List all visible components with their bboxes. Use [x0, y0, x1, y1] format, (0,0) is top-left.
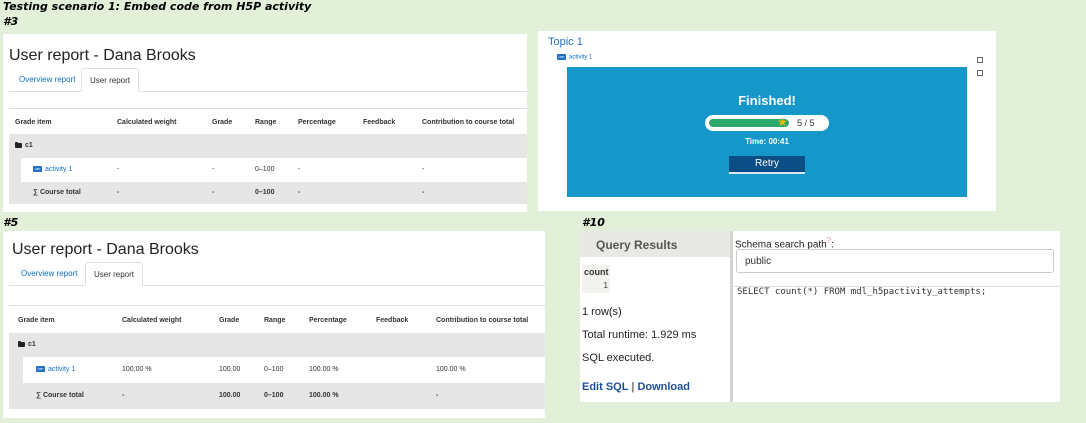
- header-percentage: Percentage: [309, 317, 347, 324]
- user-report-panel-step3: User report - Dana Brooks Overview repor…: [3, 34, 527, 212]
- header-grade-item: Grade item: [18, 317, 55, 324]
- tab-user-report[interactable]: User report: [81, 68, 140, 92]
- category-name: c1: [25, 142, 33, 149]
- result-table: count 1: [582, 265, 610, 293]
- splitter-handle[interactable]: [730, 231, 733, 402]
- rows-count: 1 row(s): [582, 306, 622, 318]
- folder-icon: [18, 340, 25, 347]
- result-column-header: count: [584, 267, 609, 277]
- topic-panel: Topic 1 H5P activity 1 Finished! ★ 5 / 5 …: [538, 31, 996, 211]
- header-grade: Grade: [212, 119, 233, 126]
- cell-percentage: -: [298, 166, 301, 173]
- cell-contribution: 100.00 %: [436, 366, 466, 373]
- total-range: 0–100: [264, 392, 284, 399]
- header-grade-item: Grade item: [15, 119, 52, 126]
- query-results-panel: Query Results count 1 1 row(s) Total run…: [580, 231, 1060, 402]
- h5p-activity-frame: Finished! ★ 5 / 5 Time: 00:41 Retry: [567, 67, 967, 197]
- help-icon[interactable]: ?: [827, 236, 831, 245]
- cell-weight: 100.00 %: [122, 366, 152, 373]
- tab-overview-report[interactable]: Overview report: [11, 68, 83, 92]
- page-title: User report - Dana Brooks: [9, 47, 196, 64]
- header-range: Range: [255, 119, 277, 126]
- runtime-text: Total runtime: 1.929 ms: [582, 329, 697, 341]
- header-calculated-weight: Calculated weight: [117, 119, 177, 126]
- completion-checkbox[interactable]: [977, 57, 983, 63]
- page-title: User report - Dana Brooks: [12, 241, 199, 258]
- sql-editor[interactable]: SELECT count(*) FROM mdl_h5pactivity_att…: [737, 287, 986, 297]
- step-5-label: #5: [3, 216, 19, 229]
- course-total-label: Course total: [39, 189, 81, 196]
- header-feedback: Feedback: [376, 317, 409, 324]
- step-10-label: #10: [582, 216, 605, 229]
- user-report-panel-step5: User report - Dana Brooks Overview repor…: [3, 231, 545, 418]
- cell-weight: -: [117, 166, 120, 173]
- finished-heading: Finished!: [738, 93, 796, 108]
- header-contribution: Contribution to course total: [436, 317, 529, 324]
- category-row: c1: [9, 134, 527, 158]
- table-row: H5P activity 1 - - 0–100 - -: [9, 158, 527, 182]
- sigma-icon: ∑: [36, 392, 43, 399]
- header-contribution: Contribution to course total: [422, 119, 515, 126]
- total-grade: -: [212, 189, 215, 196]
- link-separator: |: [631, 381, 635, 393]
- result-value: 1: [603, 281, 608, 290]
- edit-sql-link[interactable]: Edit SQL: [582, 381, 628, 393]
- header-percentage: Percentage: [298, 119, 336, 126]
- query-results-title: Query Results: [596, 238, 678, 252]
- header-range: Range: [264, 317, 286, 324]
- retry-button[interactable]: Retry: [729, 156, 805, 174]
- category-name: c1: [28, 341, 36, 348]
- download-link[interactable]: Download: [637, 381, 690, 393]
- cell-range: 0–100: [255, 166, 275, 173]
- sql-executed-text: SQL executed.: [582, 352, 655, 364]
- table-header: Grade item Calculated weight Grade Range…: [9, 305, 545, 335]
- activity-link[interactable]: activity 1: [569, 55, 592, 61]
- cell-contribution: -: [422, 166, 425, 173]
- h5p-icon: H5P: [33, 166, 42, 173]
- activity-link[interactable]: activity 1: [45, 166, 72, 173]
- total-percentage: -: [298, 189, 301, 196]
- report-tabs: Overview report User report: [9, 262, 545, 286]
- indent-cell: [9, 158, 21, 182]
- indent-cell: [9, 357, 23, 383]
- query-results-header: Query Results: [580, 231, 730, 257]
- total-range: 0–100: [255, 189, 275, 196]
- time-text: Time: 00:41: [745, 137, 789, 146]
- completion-checkbox[interactable]: [977, 70, 983, 76]
- cell-grade: 100.00: [219, 366, 241, 373]
- report-tabs: Overview report User report: [9, 68, 527, 92]
- table-row: H5P activity 1 100.00 % 100.00 0–100 100.…: [9, 357, 545, 383]
- total-grade: 100.00: [219, 392, 241, 399]
- cell-grade: -: [212, 166, 215, 173]
- h5p-icon: H5P: [557, 54, 566, 60]
- header-grade: Grade: [219, 317, 240, 324]
- course-total-row: ∑ Course total - - 0–100 - -: [9, 182, 527, 204]
- category-row: c1: [9, 333, 545, 357]
- total-contribution: -: [422, 189, 425, 196]
- schema-search-path-input[interactable]: public: [736, 249, 1054, 273]
- star-icon: ★: [777, 115, 788, 129]
- total-weight: -: [117, 189, 120, 196]
- course-total-row: ∑ Course total - 100.00 0–100 100.00 % -: [9, 383, 545, 409]
- topic-title[interactable]: Topic 1: [548, 36, 583, 48]
- course-total-label: Course total: [42, 392, 84, 399]
- table-header: Grade item Calculated weight Grade Range…: [9, 108, 527, 136]
- cell-range: 0–100: [264, 366, 284, 373]
- h5p-icon: H5P: [36, 366, 45, 373]
- header-calculated-weight: Calculated weight: [122, 317, 182, 324]
- total-contribution: -: [436, 392, 439, 399]
- activity-link[interactable]: activity 1: [48, 366, 75, 373]
- score-bar: ★ 5 / 5: [705, 115, 829, 131]
- tab-user-report[interactable]: User report: [85, 262, 144, 286]
- sigma-icon: ∑: [33, 189, 40, 196]
- step-3-label: #3: [3, 15, 19, 28]
- score-text: 5 / 5: [797, 118, 815, 128]
- total-weight: -: [122, 392, 125, 399]
- folder-icon: [15, 141, 22, 148]
- cell-percentage: 100.00 %: [309, 366, 339, 373]
- scenario-caption: Testing scenario 1: Embed code from H5P …: [3, 0, 312, 13]
- tab-overview-report[interactable]: Overview report: [13, 262, 85, 286]
- total-percentage: 100.00 %: [309, 392, 339, 399]
- header-feedback: Feedback: [363, 119, 396, 126]
